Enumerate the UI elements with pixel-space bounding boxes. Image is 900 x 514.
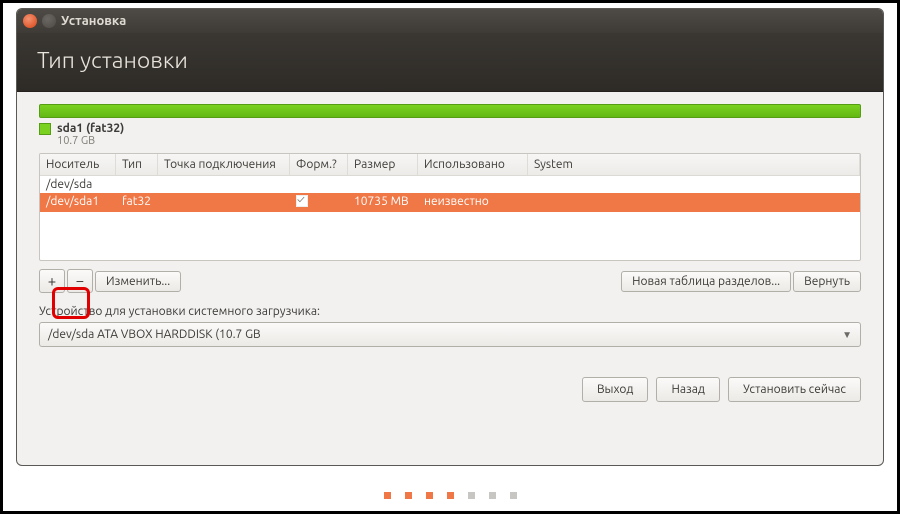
partition-color-swatch — [39, 123, 51, 135]
pager-dot — [405, 492, 412, 499]
col-mount[interactable]: Точка подключения — [158, 154, 290, 175]
step-pager — [3, 492, 897, 499]
pager-dot — [447, 492, 454, 499]
cell-format — [290, 193, 348, 212]
table-row[interactable]: /dev/sda — [40, 176, 860, 193]
table-row[interactable]: /dev/sda1 fat32 10735 MB неизвестно — [40, 193, 860, 212]
add-partition-button[interactable]: + — [39, 269, 65, 293]
installer-window: Установка Тип установки sda1 (fat32) 10.… — [16, 8, 884, 466]
window-title: Установка — [61, 14, 126, 28]
wizard-footer: Выход Назад Установить сейчас — [39, 377, 861, 402]
close-icon[interactable] — [23, 14, 37, 28]
bootloader-label: Устройство для установки системного загр… — [39, 305, 861, 318]
partition-toolbar: + − Изменить... Новая таблица разделов..… — [39, 269, 861, 293]
partition-legend-label: sda1 (fat32) — [57, 122, 124, 135]
disk-usage-bar — [39, 104, 861, 118]
minimize-icon[interactable] — [42, 14, 56, 28]
cell-mount — [158, 193, 290, 212]
page-title: Тип установки — [17, 33, 883, 92]
bootloader-device-combo[interactable]: /dev/sda ATA VBOX HARDDISK (10.7 GB ▼ — [39, 322, 861, 347]
cell-device: /dev/sda — [40, 176, 116, 193]
revert-button[interactable]: Вернуть — [793, 271, 861, 292]
cell-system — [528, 193, 860, 212]
cell-device: /dev/sda1 — [40, 193, 116, 212]
bootloader-device-value: /dev/sda ATA VBOX HARDDISK (10.7 GB — [48, 328, 261, 341]
back-button[interactable]: Назад — [656, 377, 719, 402]
new-partition-table-button[interactable]: Новая таблица разделов... — [621, 271, 791, 292]
col-device[interactable]: Носитель — [40, 154, 116, 175]
cell-used: неизвестно — [418, 193, 528, 212]
chevron-down-icon: ▼ — [842, 329, 852, 341]
pager-dot — [384, 492, 391, 499]
pager-dot — [489, 492, 496, 499]
install-now-button[interactable]: Установить сейчас — [728, 377, 861, 402]
partition-legend-size: 10.7 GB — [57, 135, 861, 147]
col-system[interactable]: System — [528, 154, 860, 175]
partition-table: Носитель Тип Точка подключения Форм.? Ра… — [39, 153, 861, 261]
remove-partition-button[interactable]: − — [67, 269, 93, 293]
checkbox-icon — [296, 195, 308, 207]
cell-size: 10735 MB — [348, 193, 418, 212]
col-format[interactable]: Форм.? — [290, 154, 348, 175]
pager-dot — [426, 492, 433, 499]
quit-button[interactable]: Выход — [582, 377, 649, 402]
col-size[interactable]: Размер — [348, 154, 418, 175]
pager-dot — [468, 492, 475, 499]
titlebar: Установка — [17, 9, 883, 33]
change-partition-button[interactable]: Изменить... — [95, 271, 181, 292]
pager-dot — [510, 492, 517, 499]
cell-type: fat32 — [116, 193, 158, 212]
col-used[interactable]: Использовано — [418, 154, 528, 175]
col-type[interactable]: Тип — [116, 154, 158, 175]
